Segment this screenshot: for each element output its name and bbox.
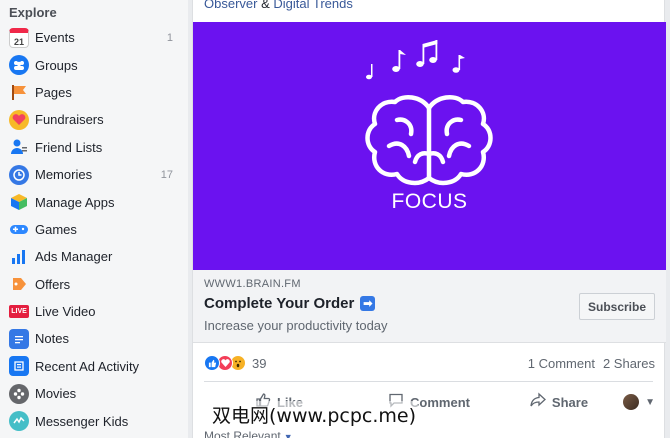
- sidebar-item-fundraisers[interactable]: Fundraisers: [0, 106, 188, 133]
- sidebar-item-label: Fundraisers: [35, 112, 104, 128]
- sidebar-item-games[interactable]: Games: [0, 216, 188, 243]
- post-link-observer[interactable]: Observer: [204, 0, 257, 11]
- sidebar-item-notes[interactable]: Notes: [0, 325, 188, 352]
- share-button[interactable]: Share: [504, 392, 614, 412]
- sidebar-item-label: Manage Apps: [35, 194, 115, 210]
- sidebar-item-memories[interactable]: Memories 17: [0, 161, 188, 188]
- sidebar-item-count: 17: [160, 168, 173, 181]
- comment-label: Comment: [410, 394, 470, 410]
- sidebar-item-label: Movies: [35, 386, 77, 402]
- sidebar-item-label: Live Video: [35, 304, 96, 320]
- sidebar-item-ads-manager[interactable]: Ads Manager: [0, 243, 188, 270]
- watermark: 双电网(www.pcpc.me): [210, 401, 418, 428]
- sidebar-item-label: Memories: [35, 167, 93, 183]
- sponsored-post: Observer & Digital Trends FOCUS WWW1.BRA…: [192, 0, 666, 438]
- sidebar-item-label: Recent Ad Activity: [35, 358, 140, 374]
- share-count[interactable]: 2 Shares: [603, 356, 655, 371]
- actions-divider: [204, 381, 653, 382]
- left-sidebar: Explore 21 Events 1 Groups Pages Fundrai…: [0, 0, 188, 438]
- sidebar-item-label: Groups: [35, 57, 78, 73]
- sidebar-item-offers[interactable]: Offers: [0, 271, 188, 298]
- link-title[interactable]: Complete Your Order ➡: [204, 295, 376, 312]
- sidebar-item-recent-ad-activity[interactable]: Recent Ad Activity: [0, 353, 188, 380]
- subscribe-button[interactable]: Subscribe: [579, 293, 655, 320]
- comment-sort-dropdown[interactable]: Most Relevant ▼: [204, 429, 293, 438]
- friend-list-icon: [9, 137, 29, 157]
- link-description: Increase your productivity today: [204, 318, 388, 333]
- sidebar-item-label: Notes: [35, 331, 69, 347]
- gamepad-icon: [9, 219, 29, 239]
- flag-icon: [9, 82, 29, 102]
- calendar-icon: 21: [9, 27, 29, 48]
- sidebar-item-label: Offers: [35, 276, 71, 292]
- sidebar-item-label: Events: [35, 30, 75, 46]
- brain-music-illustration: [365, 40, 493, 186]
- ad-image[interactable]: FOCUS: [193, 22, 666, 270]
- fundraiser-icon: [9, 109, 29, 130]
- sidebar-item-label: Pages: [35, 84, 72, 100]
- memories-icon: [9, 164, 29, 185]
- groups-icon: [9, 55, 29, 76]
- ad-activity-icon: [9, 356, 29, 377]
- music-notes-icon: [366, 40, 465, 80]
- live-video-icon: LIVE: [9, 305, 29, 319]
- sidebar-item-groups[interactable]: Groups: [0, 51, 188, 78]
- messenger-kids-icon: [9, 411, 29, 432]
- post-text-amp: &: [257, 0, 274, 11]
- sidebar-item-label: Messenger Kids: [35, 413, 129, 429]
- link-title-text: Complete Your Order: [204, 295, 355, 312]
- notes-icon: [9, 328, 29, 349]
- sidebar-item-events[interactable]: 21 Events 1: [0, 24, 188, 51]
- brain-icon: [365, 94, 493, 186]
- sidebar-item-count: 1: [166, 31, 173, 44]
- post-as-selector[interactable]: ▼: [623, 394, 655, 410]
- ad-image-caption: FOCUS: [391, 190, 468, 213]
- reaction-count[interactable]: 39: [252, 356, 266, 371]
- share-arrow-icon: [530, 392, 546, 412]
- comment-count[interactable]: 1 Comment: [528, 356, 595, 371]
- post-link-digital-trends[interactable]: Digital Trends: [273, 0, 352, 11]
- sidebar-item-messenger-kids[interactable]: Messenger Kids: [0, 407, 188, 434]
- avatar: [623, 394, 640, 410]
- share-label: Share: [551, 394, 589, 410]
- right-arrow-icon: ➡: [360, 296, 376, 311]
- sidebar-item-live-video[interactable]: LIVE Live Video: [0, 298, 188, 325]
- sidebar-item-label: Friend Lists: [35, 139, 103, 155]
- film-reel-icon: [9, 383, 29, 404]
- sidebar-item-movies[interactable]: Movies: [0, 380, 188, 407]
- chevron-down-icon: ▼: [283, 432, 293, 438]
- post-text: Observer & Digital Trends: [204, 0, 353, 11]
- reactions-summary: 39 1 Comment 2 Shares: [204, 352, 655, 374]
- apps-cube-icon: [9, 192, 29, 212]
- sidebar-item-friend-lists[interactable]: Friend Lists: [0, 134, 188, 161]
- ads-chart-icon: [9, 247, 29, 267]
- explore-list: 21 Events 1 Groups Pages Fundraisers Fri…: [0, 24, 188, 435]
- sidebar-item-manage-apps[interactable]: Manage Apps: [0, 188, 188, 215]
- engagement-stats: 1 Comment 2 Shares: [528, 356, 655, 371]
- sidebar-item-pages[interactable]: Pages: [0, 79, 188, 106]
- like-reaction-icon[interactable]: [204, 355, 220, 371]
- chevron-down-icon: ▼: [645, 396, 655, 408]
- comment-sort-label: Most Relevant: [204, 429, 281, 438]
- link-preview[interactable]: WWW1.BRAIN.FM Complete Your Order ➡ Incr…: [193, 270, 666, 343]
- explore-heading: Explore: [9, 5, 57, 20]
- link-domain: WWW1.BRAIN.FM: [204, 278, 301, 290]
- offers-icon: [9, 274, 29, 294]
- sidebar-item-label: Games: [35, 221, 77, 237]
- sidebar-item-label: Ads Manager: [35, 249, 113, 265]
